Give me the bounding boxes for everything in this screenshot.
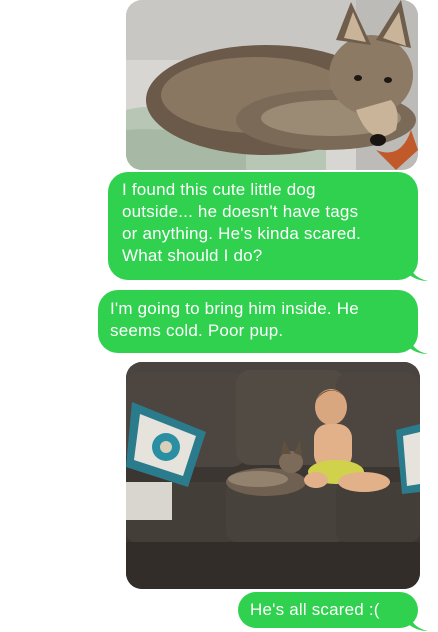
message-text-2: I'm going to bring him inside. He seems … <box>110 299 359 340</box>
message-text-3: He's all scared :( <box>250 600 380 619</box>
couch-photo-icon <box>126 362 420 589</box>
bubble-tail-icon <box>408 262 428 281</box>
bubble-tail-icon <box>408 335 428 354</box>
bubble-tail-icon <box>408 612 428 631</box>
message-bubble-3[interactable]: He's all scared :( <box>238 592 418 628</box>
coyote-photo-icon <box>126 0 418 170</box>
message-bubble-2[interactable]: I'm going to bring him inside. He seems … <box>98 290 418 353</box>
message-photo-coyote[interactable] <box>126 0 418 170</box>
message-bubble-1[interactable]: I found this cute little dog outside... … <box>108 172 418 280</box>
message-photo-couch[interactable] <box>126 362 420 589</box>
message-text-1: I found this cute little dog outside... … <box>122 180 362 265</box>
